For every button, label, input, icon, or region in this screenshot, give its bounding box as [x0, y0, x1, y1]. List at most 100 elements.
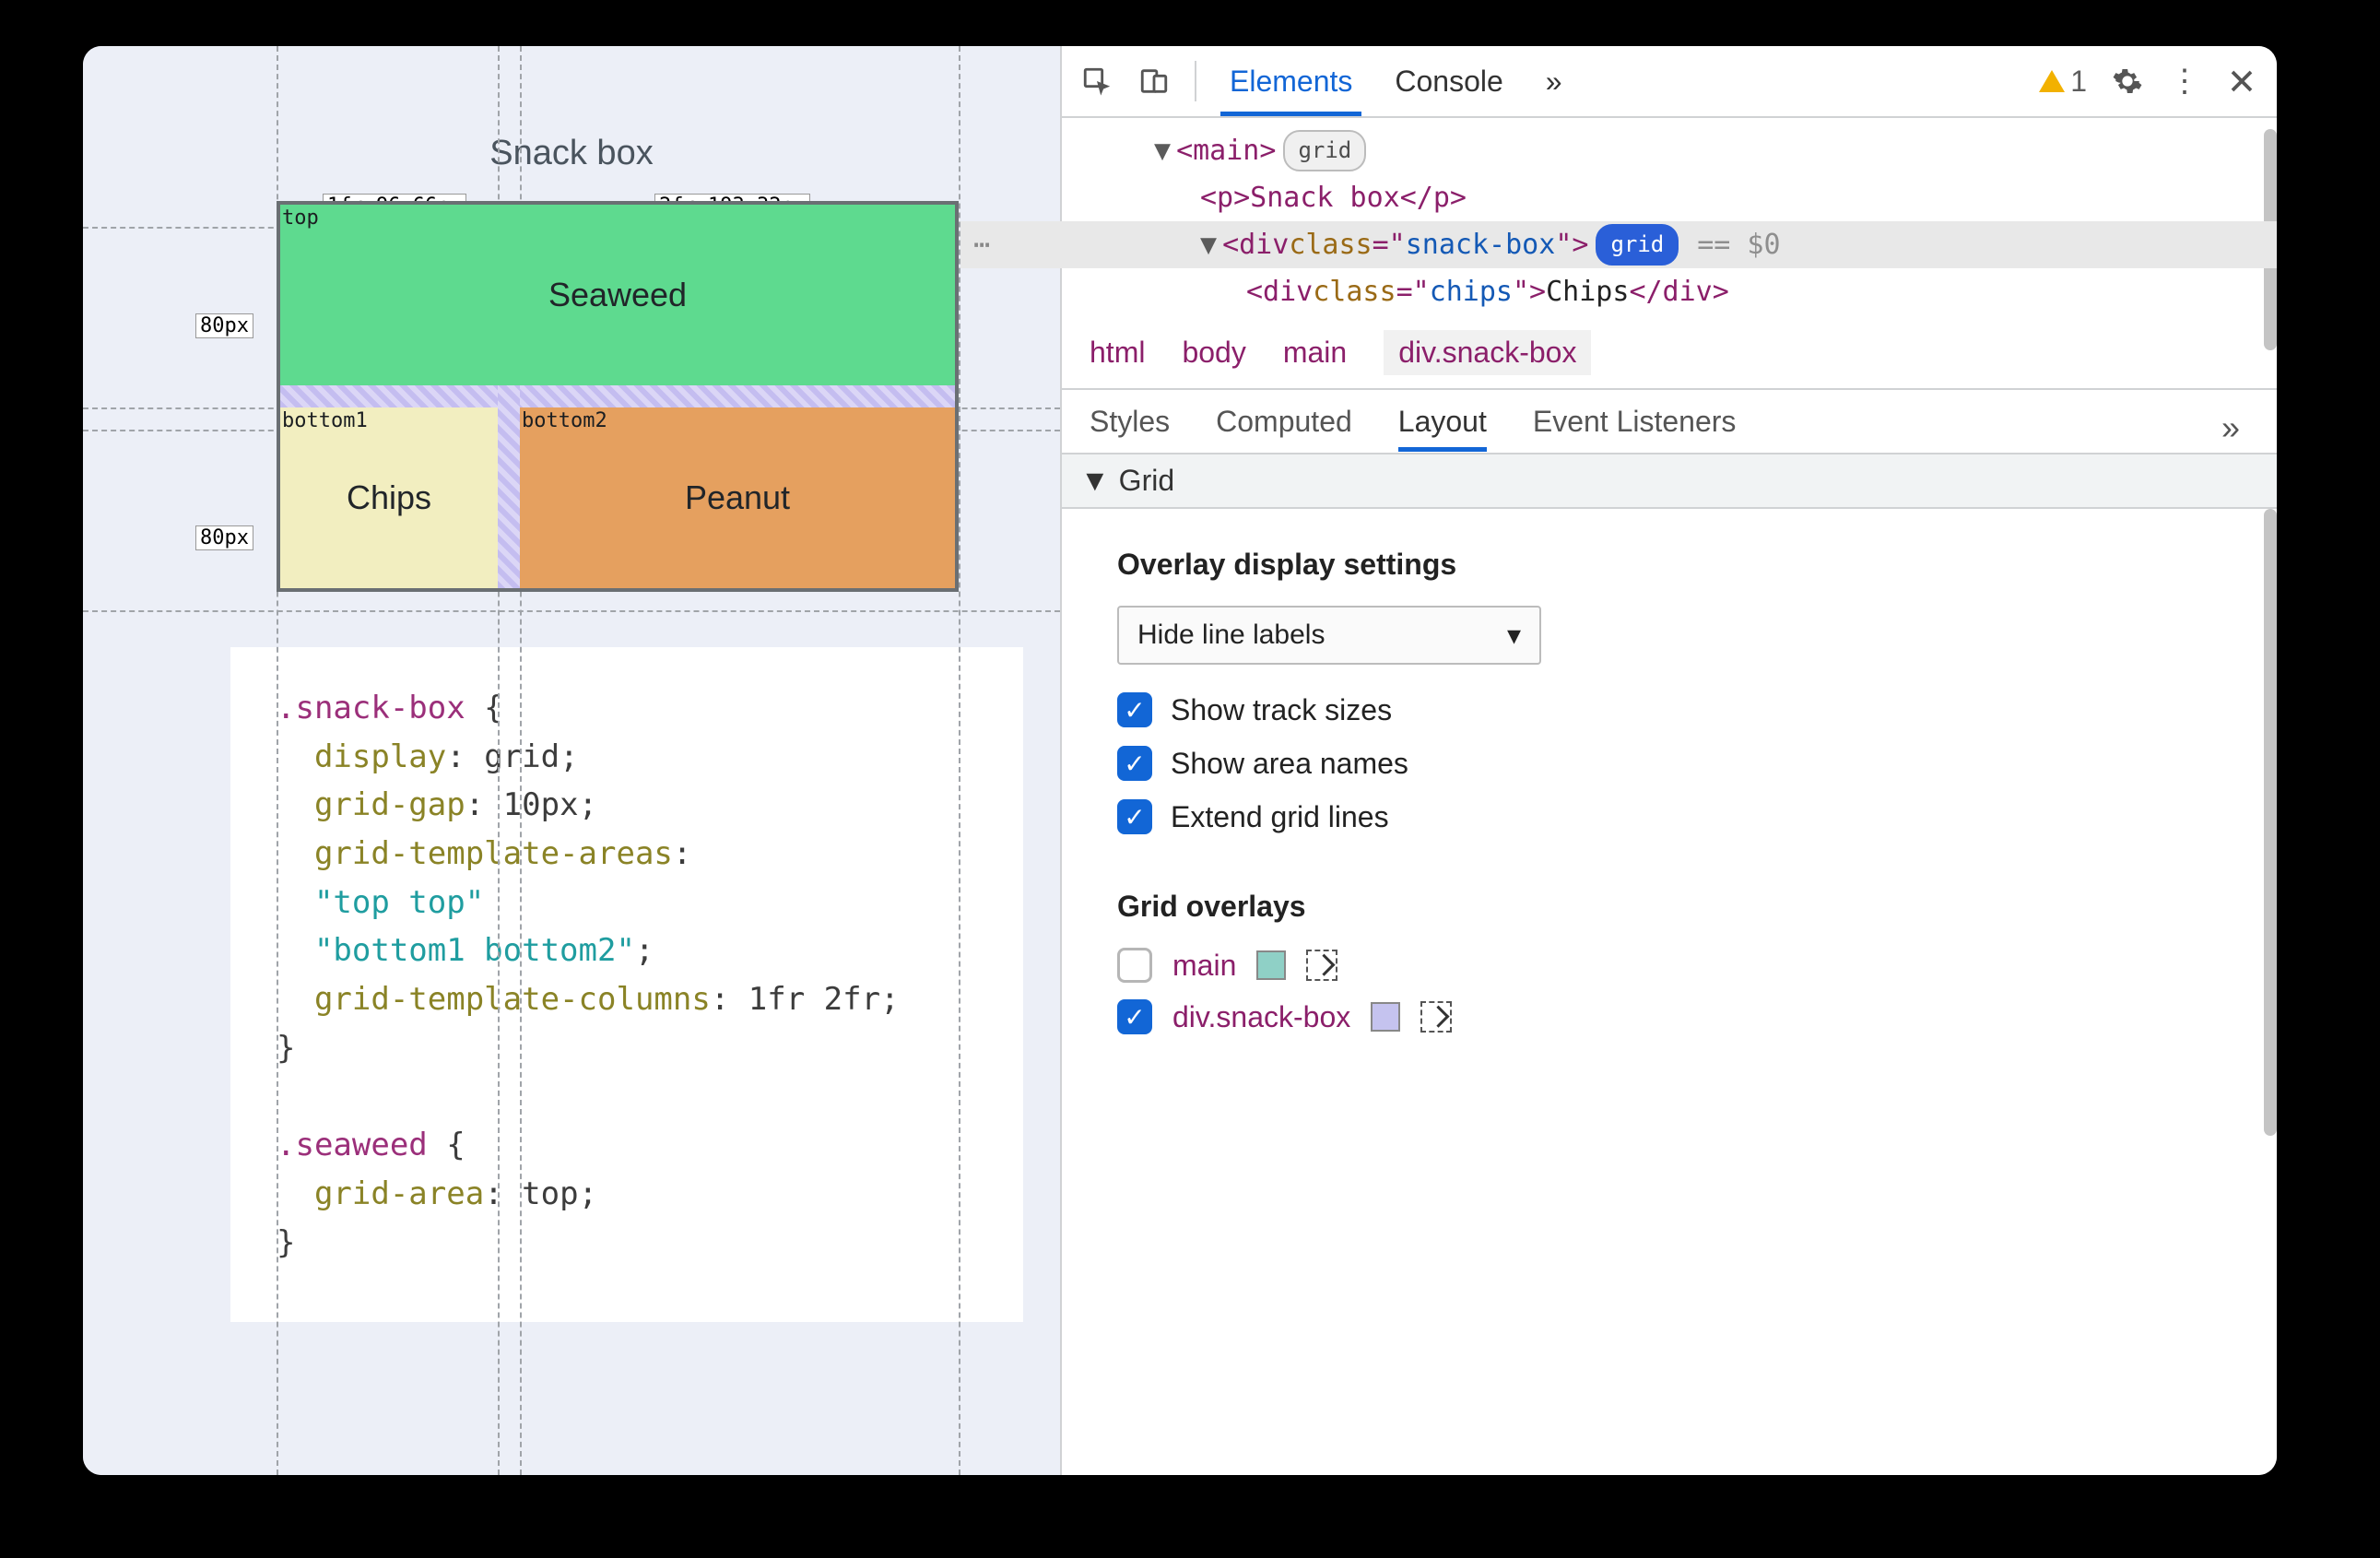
css-prop: grid-gap: [314, 786, 465, 823]
grid-col-gap: [498, 407, 520, 588]
css-value: 1fr 2fr: [748, 981, 880, 1018]
device-mode-icon[interactable]: [1137, 65, 1171, 98]
dom-text: Chips: [1546, 268, 1629, 315]
highlight-element-icon[interactable]: [1306, 950, 1337, 981]
dom-tag: <p>Snack box</p>: [1200, 174, 1467, 221]
grid-row-gap: [280, 385, 955, 407]
tab-layout[interactable]: Layout: [1398, 405, 1487, 452]
crumb-main[interactable]: main: [1283, 336, 1347, 370]
highlight-element-icon[interactable]: [1420, 1001, 1452, 1033]
track-size-label-row2: 80px: [195, 525, 253, 550]
select-value: Hide line labels: [1137, 620, 1325, 651]
layout-panel-body: Overlay display settings Hide line label…: [1062, 509, 2277, 1475]
close-icon[interactable]: [2225, 65, 2258, 98]
grid-badge-active[interactable]: grid: [1596, 224, 1679, 266]
checkbox-unchecked-icon[interactable]: [1117, 948, 1152, 983]
css-value: top: [522, 1175, 578, 1212]
rendered-page: Snack box 1fr·96.66px 2fr·193.32px 80px …: [83, 46, 1060, 1475]
tab-more[interactable]: »: [2221, 408, 2249, 447]
grid-row-top: top Seaweed: [280, 205, 955, 385]
cell-seaweed: top Seaweed: [280, 205, 955, 385]
scrollbar-thumb[interactable]: [2264, 509, 2277, 1136]
layout-grid-section-header[interactable]: ▼ Grid: [1062, 454, 2277, 509]
line-label-select[interactable]: Hide line labels ▾: [1117, 606, 1541, 665]
chevron-down-icon: ▼: [1080, 464, 1110, 498]
overlay-name: main: [1172, 949, 1236, 983]
dom-punc: ">: [1555, 221, 1588, 268]
expand-icon[interactable]: ▼: [1154, 127, 1171, 174]
cell-peanut: bottom2 Peanut: [520, 407, 955, 588]
tab-elements[interactable]: Elements: [1220, 46, 1361, 116]
kebab-icon[interactable]: ⋮: [2168, 65, 2201, 98]
warnings-count: 1: [2070, 65, 2087, 99]
snack-box-grid: top Seaweed bottom1 Chips bottom2 Peanut: [277, 201, 959, 592]
separator: [1195, 61, 1196, 101]
inspect-icon[interactable]: [1080, 65, 1113, 98]
area-label-top: top: [282, 207, 319, 230]
area-label-bottom1: bottom1: [282, 409, 368, 432]
cell-seaweed-text: Seaweed: [548, 276, 687, 314]
tab-console[interactable]: Console: [1385, 46, 1512, 116]
app-window: Snack box 1fr·96.66px 2fr·193.32px 80px …: [83, 46, 2277, 1475]
expand-icon[interactable]: ▼: [1200, 221, 1217, 268]
tab-event-listeners[interactable]: Event Listeners: [1533, 405, 1737, 452]
crumb-snack-box[interactable]: div.snack-box: [1384, 330, 1591, 375]
css-prop: grid-area: [314, 1175, 484, 1212]
page-title: Snack box: [83, 134, 1060, 173]
cell-chips-text: Chips: [347, 478, 431, 517]
grid-line-extension: [83, 610, 1060, 612]
option-label: Extend grid lines: [1171, 800, 1389, 834]
dom-tree[interactable]: ▼ <main> grid <p>Snack box</p> ⋯ ▼ <div …: [1062, 118, 2277, 321]
css-prop: display: [314, 738, 446, 775]
css-code-block: .snack-box { display: grid; grid-gap: 10…: [230, 647, 1023, 1322]
dom-node-chips[interactable]: <div class="chips">Chips</div>: [1099, 268, 2277, 315]
dom-tag: </div>: [1629, 268, 1728, 315]
section-title: Grid: [1119, 464, 1174, 498]
cell-chips: bottom1 Chips: [280, 407, 498, 588]
checkbox-checked-icon[interactable]: ✓: [1117, 799, 1152, 834]
overlay-display-heading: Overlay display settings: [1117, 548, 2240, 582]
css-selector: .seaweed: [277, 1127, 428, 1163]
checkbox-checked-icon[interactable]: ✓: [1117, 692, 1152, 727]
checkbox-checked-icon[interactable]: ✓: [1117, 999, 1152, 1034]
color-swatch[interactable]: [1371, 1002, 1400, 1032]
dom-punc: =": [1373, 221, 1406, 268]
dom-attr-name: class: [1289, 221, 1372, 268]
color-swatch[interactable]: [1256, 950, 1286, 980]
css-value: 10px: [503, 786, 579, 823]
tab-more[interactable]: »: [1537, 46, 1572, 116]
grid-overlay-snack-box[interactable]: ✓ div.snack-box: [1117, 999, 2240, 1034]
tab-computed[interactable]: Computed: [1216, 405, 1352, 452]
css-prop: grid-template-columns: [314, 981, 711, 1018]
devtools-panel: Elements Console » 1 ⋮ ▼ <main> grid: [1060, 46, 2277, 1475]
styles-tabstrip: Styles Computed Layout Event Listeners »: [1062, 390, 2277, 454]
cell-peanut-text: Peanut: [685, 478, 790, 517]
overlay-name: div.snack-box: [1172, 1000, 1350, 1034]
dom-attr-value: chips: [1430, 268, 1513, 315]
area-label-bottom2: bottom2: [522, 409, 607, 432]
dom-node-snack-box[interactable]: ⋯ ▼ <div class="snack-box"> grid == $0: [960, 221, 2277, 268]
devtools-toolbar: Elements Console » 1 ⋮: [1062, 46, 2277, 118]
checkbox-checked-icon[interactable]: ✓: [1117, 746, 1152, 781]
css-value: grid: [484, 738, 560, 775]
dom-attr-value: snack-box: [1406, 221, 1556, 268]
crumb-html[interactable]: html: [1090, 336, 1145, 370]
dom-tag: <div: [1246, 268, 1313, 315]
grid-overlay-main[interactable]: main: [1117, 948, 2240, 983]
tab-styles[interactable]: Styles: [1090, 405, 1170, 452]
crumb-body[interactable]: body: [1182, 336, 1245, 370]
warnings-badge[interactable]: 1: [2039, 65, 2087, 99]
dom-selected-marker: == $0: [1697, 221, 1780, 268]
option-show-track-sizes[interactable]: ✓ Show track sizes: [1117, 692, 2240, 727]
css-prop: grid-template-areas: [314, 835, 673, 872]
option-label: Show track sizes: [1171, 693, 1392, 727]
grid-overlays-heading: Grid overlays: [1117, 890, 2240, 924]
dom-ellipsis-icon[interactable]: ⋯: [964, 221, 999, 268]
option-show-area-names[interactable]: ✓ Show area names: [1117, 746, 2240, 781]
gear-icon[interactable]: [2111, 65, 2144, 98]
grid-badge[interactable]: grid: [1283, 130, 1366, 171]
dom-node-main[interactable]: ▼ <main> grid: [1099, 127, 2277, 174]
option-extend-grid-lines[interactable]: ✓ Extend grid lines: [1117, 799, 2240, 834]
dom-node-p[interactable]: <p>Snack box</p>: [1099, 174, 2277, 221]
css-value: "bottom1 bottom2": [314, 932, 635, 969]
